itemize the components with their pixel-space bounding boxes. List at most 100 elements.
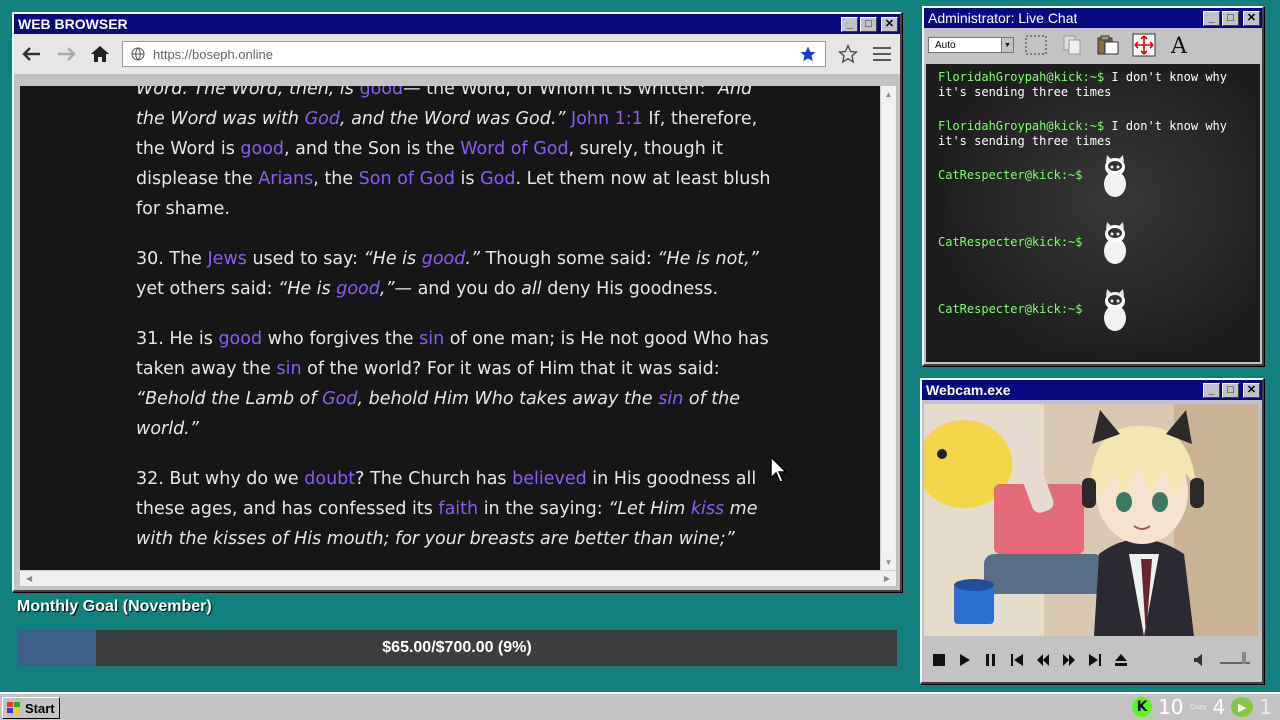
scrollbar-thumb[interactable] xyxy=(883,104,894,552)
font-button[interactable]: A xyxy=(1166,32,1194,58)
article-link[interactable]: faith xyxy=(438,499,478,519)
volume-slider-handle[interactable] xyxy=(1242,652,1246,664)
taskbar: Start K 10 Cozy 4 ▶ 1 xyxy=(0,692,1280,720)
eject-icon[interactable] xyxy=(1114,653,1128,667)
skip-forward-icon[interactable] xyxy=(1088,653,1102,667)
article-link[interactable]: Word of God xyxy=(460,139,568,159)
article-link[interactable]: God xyxy=(305,109,340,129)
minimize-button[interactable]: _ xyxy=(1203,10,1220,26)
webcam-window: Webcam.exe _ □ ✕ xyxy=(920,378,1264,684)
article-link[interactable]: sin xyxy=(276,359,301,379)
article-text-segment: , and the Word was God.” xyxy=(339,109,566,129)
scroll-down-icon[interactable]: ▼ xyxy=(881,554,896,570)
browser-titlebar[interactable]: WEB BROWSER _ □ ✕ xyxy=(14,14,900,34)
start-button[interactable]: Start xyxy=(2,697,60,719)
chat-log[interactable]: FloridahGroypah@kick:~$ I don't know why… xyxy=(926,64,1260,362)
article-paragraph: 31. He is good who forgives the sin of o… xyxy=(136,324,776,444)
article-link[interactable]: God xyxy=(480,169,515,189)
maximize-button[interactable]: □ xyxy=(1222,382,1239,398)
scroll-right-icon[interactable]: ▶ xyxy=(884,574,890,583)
play-icon[interactable] xyxy=(958,653,972,667)
article-text-segment: — and you do xyxy=(394,279,522,299)
minimize-button[interactable]: _ xyxy=(1203,382,1220,398)
copy-button[interactable] xyxy=(1058,32,1086,58)
browser-toolbar: https://boseph.online xyxy=(14,34,900,74)
cat-emote-icon xyxy=(1104,289,1126,331)
article-text-segment: “Let Him xyxy=(608,499,691,519)
article-text-segment: 30. The xyxy=(136,249,208,269)
maximize-button[interactable]: □ xyxy=(1222,10,1239,26)
article-text-segment: yet others said: xyxy=(136,279,279,299)
article-link[interactable]: Arians xyxy=(258,169,313,189)
menu-button[interactable] xyxy=(870,42,894,66)
article-link[interactable]: God xyxy=(322,389,357,409)
article-link[interactable]: good xyxy=(422,249,466,269)
article-text-segment: is xyxy=(454,169,481,189)
page-content[interactable]: Word. The Word, then, is good— the Word,… xyxy=(20,86,880,570)
windows-logo-icon xyxy=(7,702,20,713)
article-link[interactable]: doubt xyxy=(304,469,355,489)
rewind-icon[interactable] xyxy=(1036,653,1050,667)
font-select[interactable]: Auto ▼ xyxy=(928,37,1014,53)
chat-username: FloridahGroypah@kick:~$ xyxy=(938,119,1105,133)
home-button[interactable] xyxy=(88,42,112,66)
skip-back-icon[interactable] xyxy=(1010,653,1024,667)
horizontal-scrollbar[interactable]: ◀ ▶ xyxy=(20,570,896,586)
close-button[interactable]: ✕ xyxy=(1243,382,1260,398)
article-text-segment: — the Word, of Whom it is written: xyxy=(403,86,711,99)
article-text-segment: , and the Son is the xyxy=(284,139,461,159)
back-button[interactable] xyxy=(20,42,44,66)
select-tool-button[interactable] xyxy=(1022,32,1050,58)
close-button[interactable]: ✕ xyxy=(881,16,898,32)
article-link[interactable]: kiss xyxy=(691,499,724,519)
minimize-button[interactable]: _ xyxy=(841,16,858,32)
cozy-viewer-count: 4 xyxy=(1212,695,1226,719)
vertical-scrollbar[interactable]: ▲ ▼ xyxy=(880,86,896,570)
start-label: Start xyxy=(25,700,55,716)
article-link[interactable]: sin xyxy=(658,389,683,409)
volume-icon[interactable] xyxy=(1194,653,1208,667)
article-link[interactable]: sin xyxy=(419,329,444,349)
chat-username: FloridahGroypah@kick:~$ xyxy=(938,70,1105,84)
browser-title: WEB BROWSER xyxy=(18,16,128,32)
address-bar[interactable]: https://boseph.online xyxy=(122,41,826,67)
browser-window: WEB BROWSER _ □ ✕ https://boseph.online xyxy=(12,12,902,592)
volume-slider[interactable] xyxy=(1220,652,1250,664)
paste-button[interactable] xyxy=(1094,32,1122,58)
marquee-select-icon xyxy=(1025,35,1047,55)
scroll-left-icon[interactable]: ◀ xyxy=(26,574,32,583)
kick-viewer-count: 10 xyxy=(1158,695,1184,719)
article-link[interactable]: good xyxy=(336,279,380,299)
article-link[interactable]: good xyxy=(218,329,262,349)
article-link[interactable]: Son of God xyxy=(359,169,455,189)
move-button[interactable] xyxy=(1130,32,1158,58)
kick-icon: K xyxy=(1132,697,1153,717)
media-controls xyxy=(924,642,1258,678)
maximize-button[interactable]: □ xyxy=(860,16,877,32)
svg-text:A: A xyxy=(1170,34,1188,57)
hamburger-menu-icon xyxy=(873,47,891,61)
stop-icon[interactable] xyxy=(932,653,946,667)
article-text-segment: Though some said: xyxy=(480,249,658,269)
webcam-titlebar[interactable]: Webcam.exe _ □ ✕ xyxy=(922,380,1262,400)
article-text-segment: deny His goodness. xyxy=(541,279,719,299)
forward-button[interactable] xyxy=(54,42,78,66)
rumble-viewer-count: 1 xyxy=(1259,695,1272,719)
bookmarked-star-icon[interactable] xyxy=(799,45,817,63)
article-link[interactable]: good xyxy=(240,139,284,159)
article-link[interactable]: good xyxy=(359,86,403,99)
bookmark-button[interactable] xyxy=(836,42,860,66)
scroll-up-icon[interactable]: ▲ xyxy=(881,86,896,102)
url-text[interactable]: https://boseph.online xyxy=(153,47,791,62)
fast-forward-icon[interactable] xyxy=(1062,653,1076,667)
article-link[interactable]: John 1:1 xyxy=(571,109,643,129)
goal-progress-text: $65.00/$700.00 (9%) xyxy=(382,639,532,656)
article-text-segment: of the world? For it was of Him that it … xyxy=(301,359,720,379)
article-link[interactable]: Jews xyxy=(208,249,247,269)
chat-titlebar[interactable]: Administrator: Live Chat _ □ ✕ xyxy=(924,8,1262,28)
article-text-segment: 32. But why do we xyxy=(136,469,305,489)
article-link[interactable]: believed xyxy=(512,469,587,489)
close-button[interactable]: ✕ xyxy=(1243,10,1260,26)
webcam-title: Webcam.exe xyxy=(926,382,1011,398)
pause-icon[interactable] xyxy=(984,653,998,667)
